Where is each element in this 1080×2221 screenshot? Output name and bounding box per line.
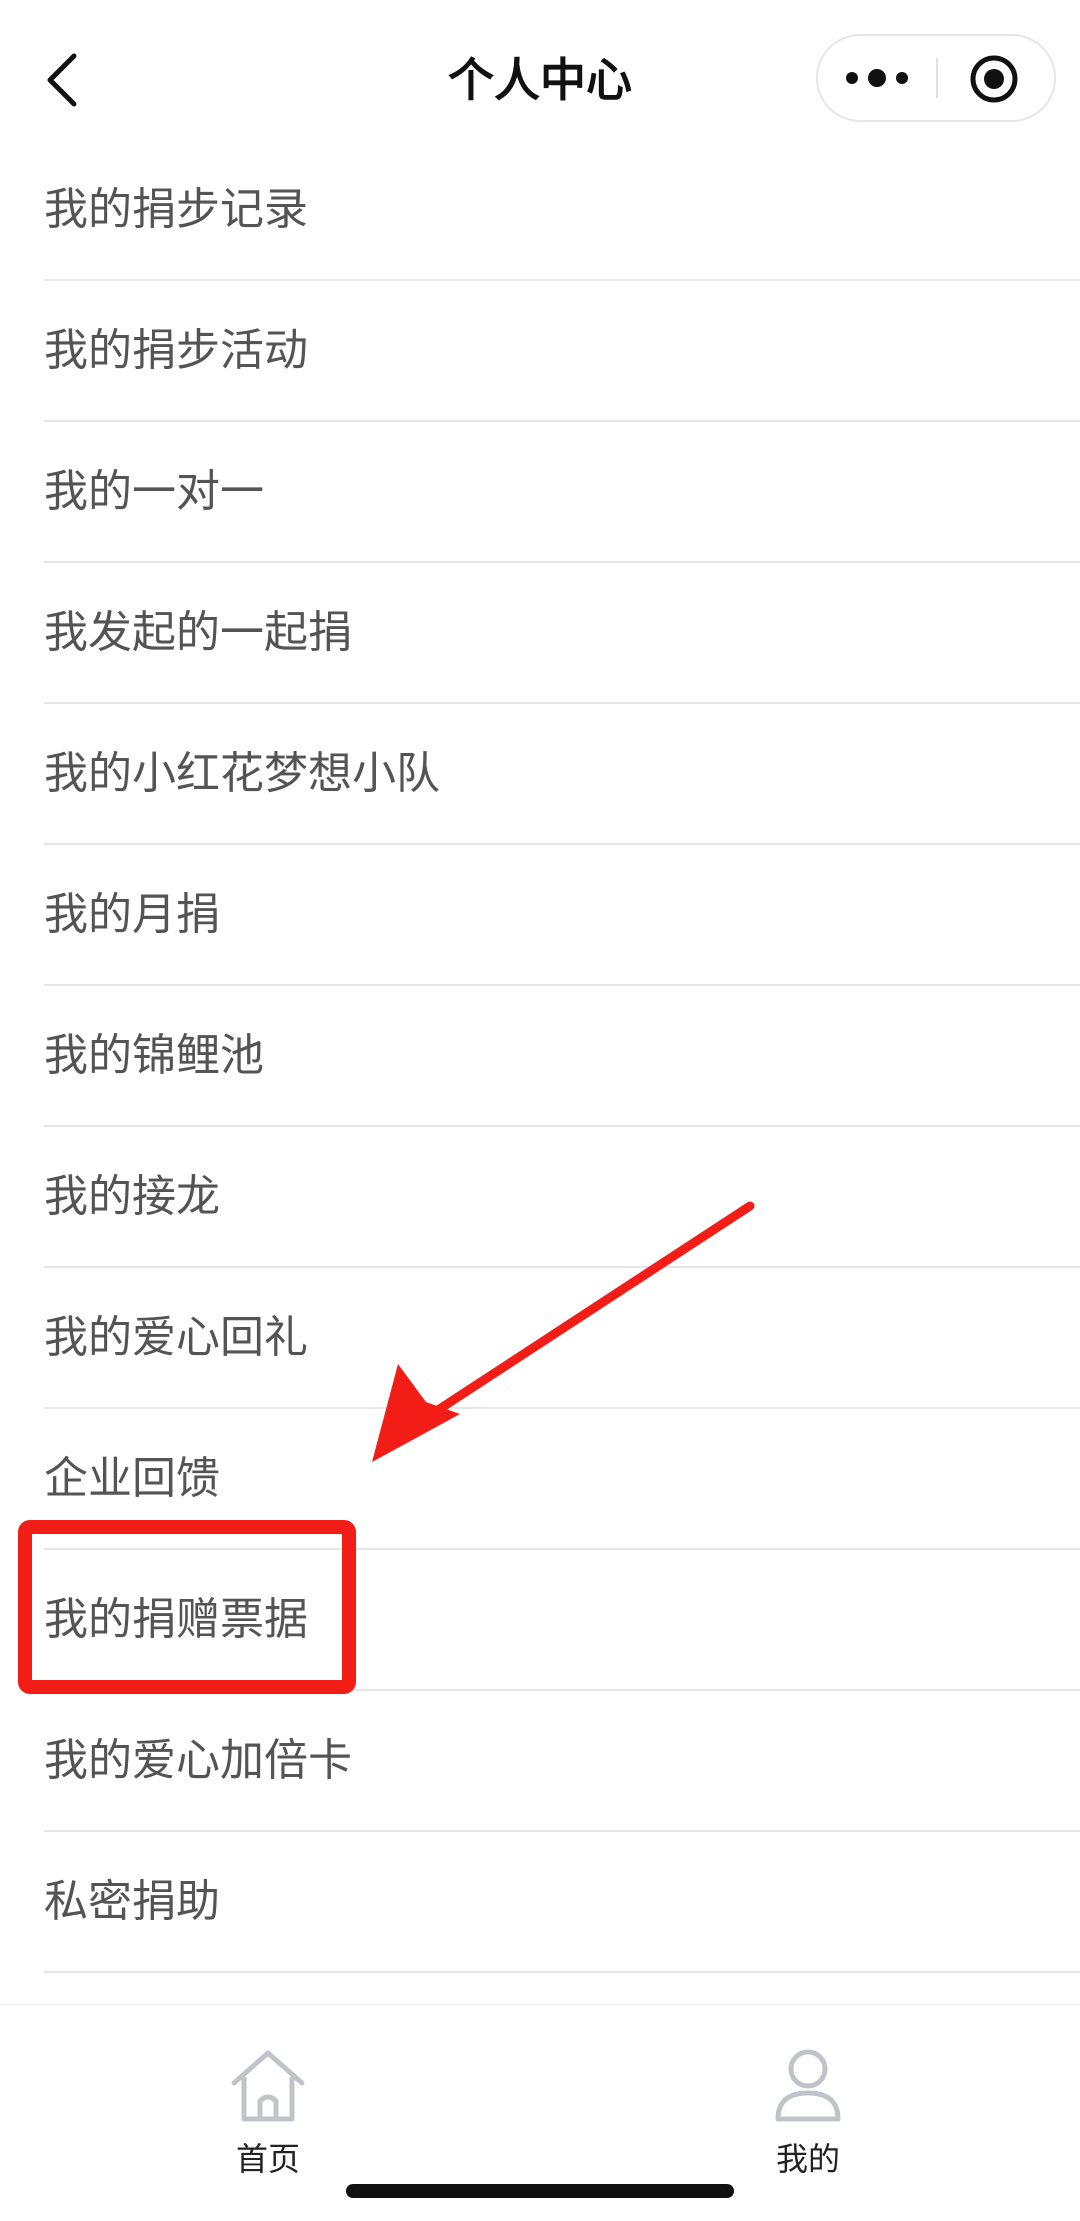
menu-item-group-donations[interactable]: 我发起的一起捐: [44, 563, 1080, 704]
menu-item-label: 我的接龙: [44, 1171, 220, 1222]
menu-item-one-to-one[interactable]: 我的一对一: [44, 422, 1080, 563]
menu-item-dream-team[interactable]: 我的小红花梦想小队: [44, 704, 1080, 845]
menu-item-label: 我的捐步活动: [44, 325, 308, 376]
menu-item-label: 我的爱心回礼: [44, 1312, 308, 1363]
mini-program-capsule: [816, 34, 1056, 122]
capsule-divider: [936, 58, 938, 98]
user-icon: [775, 2049, 841, 2122]
menu-item-donation-receipts[interactable]: 我的捐赠票据: [44, 1550, 1080, 1691]
tab-mine-label: 我的: [775, 2140, 840, 2178]
home-indicator[interactable]: [346, 2184, 734, 2198]
menu-item-koi-pool[interactable]: 我的锦鲤池: [44, 986, 1080, 1127]
menu-item-monthly-donation[interactable]: 我的月捐: [44, 845, 1080, 986]
menu-item-label: 私密捐助: [44, 1876, 220, 1927]
menu-item-label: 我发起的一起捐: [44, 607, 352, 658]
tab-mine[interactable]: 我的: [708, 2045, 908, 2179]
menu-item-label: 我的捐步记录: [44, 184, 308, 235]
menu-item-label: 我的锦鲤池: [44, 1030, 264, 1081]
menu-item-label: 我的一对一: [44, 466, 264, 517]
more-button[interactable]: [844, 56, 910, 100]
menu-item-label: 我的月捐: [44, 889, 220, 940]
menu-item-label: 我的小红花梦想小队: [44, 748, 440, 799]
menu-item-double-cards[interactable]: 我的爱心加倍卡: [44, 1691, 1080, 1832]
menu-item-label: 企业回馈: [44, 1453, 220, 1504]
menu-item-private-donation[interactable]: 私密捐助: [44, 1832, 1080, 1973]
target-circle-icon: [970, 55, 1018, 103]
menu-item-enterprise-feedback[interactable]: 企业回馈: [44, 1409, 1080, 1550]
menu-item-relay[interactable]: 我的接龙: [44, 1127, 1080, 1268]
navigation-bar: 个人中心: [0, 0, 1080, 160]
more-dots-icon: [846, 69, 908, 87]
tab-home[interactable]: 首页: [168, 2045, 368, 2179]
menu-item-label: 我的捐赠票据: [44, 1594, 308, 1645]
menu-item-charity-gifts[interactable]: 我的爱心回礼: [44, 1268, 1080, 1409]
personal-center-menu: 我的捐步记录 我的捐步活动 我的一对一 我发起的一起捐 我的小红花梦想小队 我的…: [0, 140, 1080, 1973]
menu-item-step-activities[interactable]: 我的捐步活动: [44, 281, 1080, 422]
menu-item-label: 我的爱心加倍卡: [44, 1735, 352, 1786]
menu-item-step-records[interactable]: 我的捐步记录: [44, 140, 1080, 281]
tab-home-label: 首页: [235, 2140, 300, 2178]
close-mini-program-button[interactable]: [968, 53, 1020, 105]
home-icon: [231, 2050, 305, 2122]
